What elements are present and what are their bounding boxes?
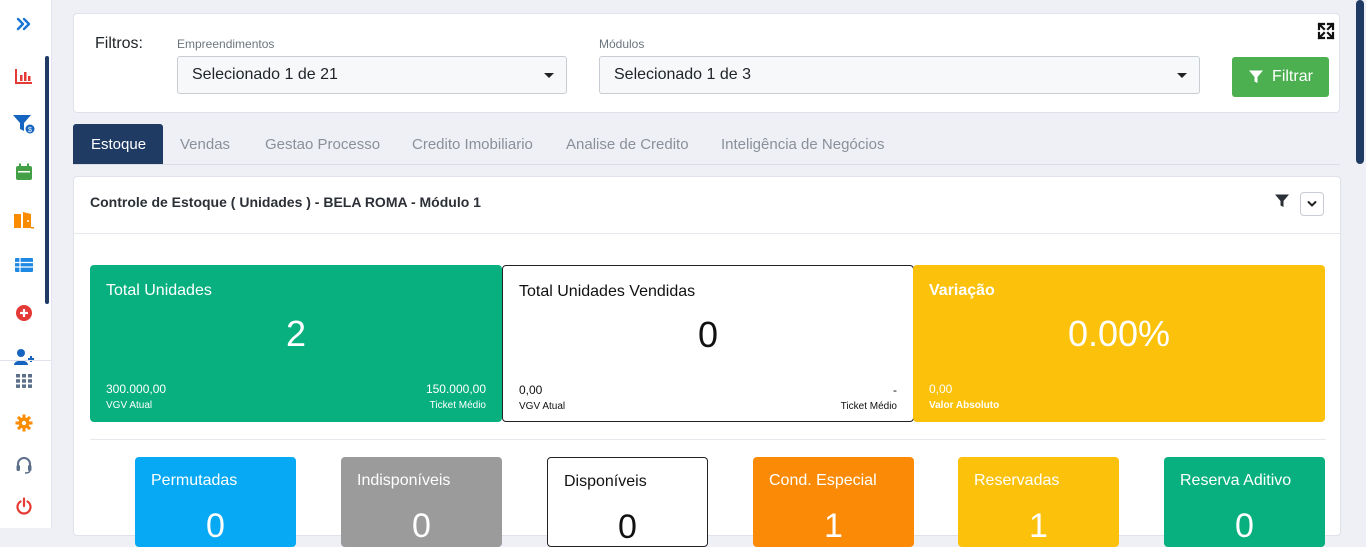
door-icon — [14, 212, 34, 229]
sidebar-item-add[interactable] — [0, 298, 48, 328]
filter-title: Filtros: — [95, 35, 143, 52]
stat-total-unidades: Total Unidades 2 300.000,00 150.000,00 V… — [90, 265, 502, 422]
stat-value: 1 — [1029, 507, 1048, 545]
empreendimentos-select[interactable]: Selecionado 1 de 21 — [177, 56, 567, 94]
sidebar-item-settings[interactable] — [0, 408, 48, 438]
filter-icon — [1249, 70, 1264, 83]
ticket-medio-value: - — [893, 383, 897, 397]
tab-vendas[interactable]: Vendas — [162, 124, 248, 164]
tab-credito-imobiliario[interactable]: Credito Imobiliario — [394, 124, 551, 164]
stat-value: 0 — [412, 507, 431, 545]
filter-button[interactable]: Filtrar — [1232, 57, 1329, 97]
stat-label: Total Unidades Vendidas — [519, 283, 696, 300]
power-icon — [16, 497, 32, 515]
stat-total-unidades-vendidas: Total Unidades Vendidas 0 0,00 - VGV Atu… — [502, 265, 914, 422]
chevrons-right-icon — [16, 17, 31, 31]
sidebar-item-units[interactable] — [0, 205, 48, 235]
stat-label: Disponíveis — [564, 473, 647, 490]
stat-label: Reserva Aditivo — [1180, 472, 1292, 489]
vgv-atual-value: 0,00 — [519, 383, 543, 397]
stat-reservadas: Reservadas 1 — [958, 457, 1119, 547]
stat-label: Indisponíveis — [357, 472, 451, 489]
stat-value: 1 — [824, 507, 843, 545]
calendar-icon — [16, 163, 32, 180]
stat-cond-especial: Cond. Especial 1 — [753, 457, 914, 547]
plus-circle-icon — [16, 305, 32, 321]
expand-sidebar-button[interactable] — [0, 9, 48, 39]
sidebar: $ — [0, 0, 52, 528]
stat-reserva-aditivo: Reserva Aditivo 0 — [1164, 457, 1325, 547]
stat-value: 0 — [206, 507, 225, 545]
vgv-atual-label: VGV Atual — [519, 401, 566, 412]
collapse-button[interactable] — [1300, 192, 1324, 216]
panel-title: Controle de Estoque ( Unidades ) - BELA … — [90, 194, 481, 210]
empreendimentos-label: Empreendimentos — [177, 37, 275, 51]
stat-value: 2 — [285, 313, 307, 354]
stat-permutadas: Permutadas 0 — [135, 457, 296, 547]
ticket-medio-value: 150.000,00 — [425, 382, 486, 396]
tab-gestao-processo[interactable]: Gestao Processo — [247, 124, 398, 164]
sidebar-item-tables[interactable] — [0, 250, 48, 280]
modulos-label: Módulos — [599, 37, 645, 51]
gear-icon — [15, 414, 33, 432]
caret-down-icon — [1177, 73, 1187, 78]
sidebar-divider — [0, 360, 51, 361]
vgv-atual-value: 300.000,00 — [106, 382, 167, 396]
main-scrollbar[interactable] — [1356, 0, 1364, 164]
sidebar-item-logout[interactable] — [0, 491, 48, 521]
stat-disponiveis: Disponíveis 0 — [547, 457, 708, 547]
filter-icon[interactable] — [1274, 193, 1290, 209]
empreendimentos-select-value: Selecionado 1 de 21 — [192, 66, 338, 83]
stat-value: 0.00% — [1067, 313, 1171, 354]
funnel-dollar-icon: $ — [13, 115, 36, 135]
vgv-atual-label: VGV Atual — [106, 400, 153, 411]
stat-variacao: Variação 0.00% 0,00 Valor Absoluto — [913, 265, 1325, 422]
modulos-select[interactable]: Selecionado 1 de 3 — [599, 56, 1200, 94]
stat-indisponiveis: Indisponíveis 0 — [341, 457, 502, 547]
ticket-medio-label: Ticket Médio — [429, 400, 486, 411]
headset-icon — [16, 457, 32, 474]
tab-estoque[interactable]: Estoque — [73, 124, 163, 164]
stat-label: Permutadas — [151, 472, 238, 489]
stat-label: Total Unidades — [106, 282, 212, 299]
expand-icon[interactable] — [1317, 22, 1335, 40]
tab-analise-de-credito[interactable]: Analise de Credito — [548, 124, 707, 164]
sidebar-item-apps[interactable] — [0, 366, 48, 396]
valor-absoluto-value: 0,00 — [929, 382, 953, 396]
tab-inteligencia-de-negocios[interactable]: Inteligência de Negócios — [703, 124, 902, 164]
stock-control-panel: Controle de Estoque ( Unidades ) - BELA … — [73, 176, 1341, 547]
panel-header-divider — [74, 233, 1340, 234]
stat-label: Reservadas — [974, 472, 1060, 489]
caret-down-icon — [544, 73, 554, 78]
sidebar-item-dashboard[interactable] — [0, 61, 48, 91]
section-divider — [90, 439, 1326, 440]
filter-panel: Filtros: Empreendimentos Selecionado 1 d… — [73, 13, 1340, 113]
modulos-select-value: Selecionado 1 de 3 — [614, 66, 751, 83]
bar-chart-icon — [15, 69, 32, 84]
ticket-medio-label: Ticket Médio — [840, 401, 897, 412]
table-list-icon — [15, 258, 33, 272]
sidebar-scrollbar[interactable] — [45, 56, 49, 304]
stat-value: 0 — [1235, 507, 1254, 545]
sidebar-item-calendar[interactable] — [0, 157, 48, 187]
svg-text:$: $ — [28, 127, 32, 134]
sidebar-item-financial-filter[interactable]: $ — [0, 109, 48, 139]
user-plus-icon — [14, 349, 34, 365]
tab-bar: Estoque Vendas Gestao Processo Credito I… — [73, 124, 1340, 165]
stat-label: Cond. Especial — [769, 472, 877, 489]
filter-button-label: Filtrar — [1272, 68, 1313, 85]
sidebar-item-support[interactable] — [0, 450, 48, 480]
grid-icon — [16, 374, 32, 388]
chevron-down-icon — [1307, 201, 1317, 207]
valor-absoluto-label: Valor Absoluto — [929, 400, 1000, 411]
stat-value: 0 — [697, 314, 719, 355]
stat-label: Variação — [929, 282, 995, 299]
